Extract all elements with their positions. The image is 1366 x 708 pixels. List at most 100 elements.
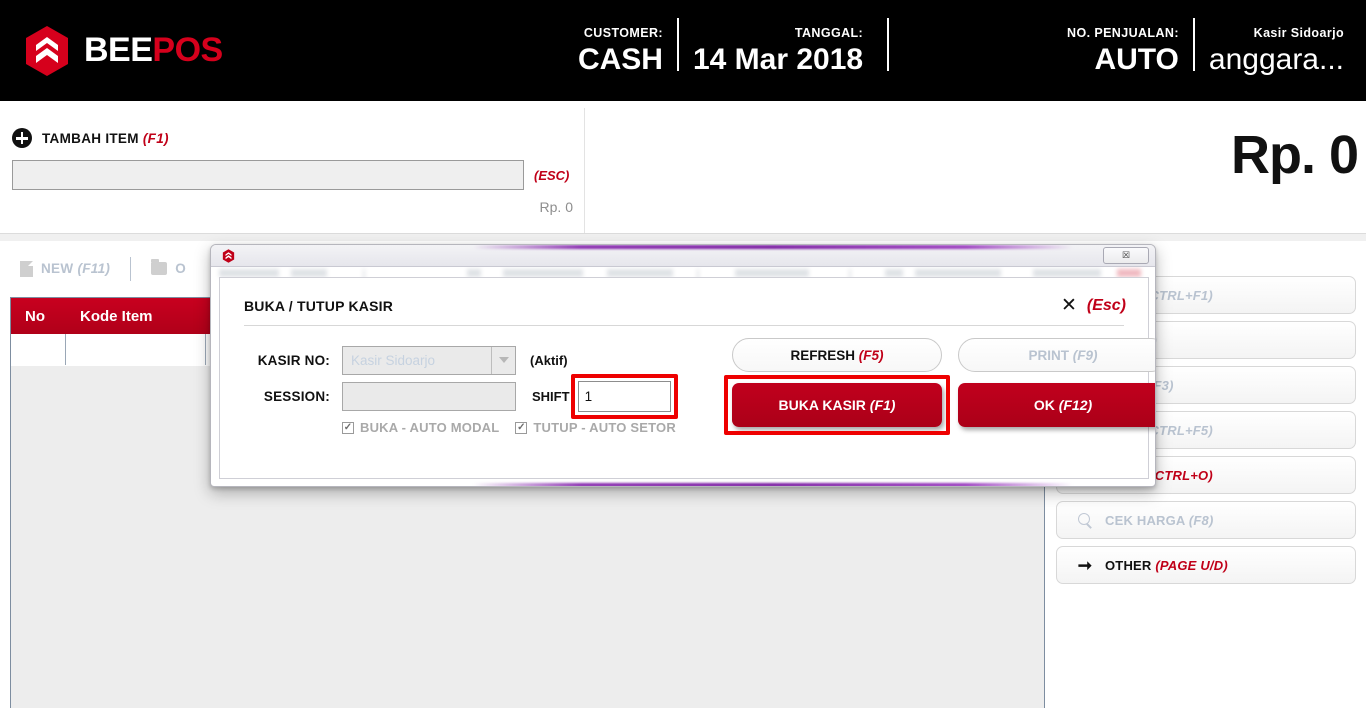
dialog-rule [244, 325, 1124, 326]
beepos-app-icon [222, 248, 235, 263]
column-header-kode-item: Kode Item [80, 307, 153, 325]
dialog-form: KASIR NO: Kasir Sidoarjo (Aktif) SESSION… [244, 342, 704, 435]
checkbox-buka-auto-modal[interactable]: ✓ BUKA - AUTO MODAL [342, 420, 499, 435]
checkbox-buka-icon: ✓ [342, 421, 354, 434]
divider-strip [0, 234, 1366, 241]
cell-kode [66, 334, 206, 365]
ok-button[interactable]: OK (F12) [958, 383, 1155, 427]
sidebar-item-other[interactable]: ➞ OTHER (PAGE U/D) [1056, 546, 1356, 584]
toolbar-new-key: (F11) [77, 261, 111, 276]
column-header-no: No [25, 307, 45, 325]
grand-total-amount: Rp. 0 [1230, 125, 1359, 185]
dialog-content: KASIR NO: Kasir Sidoarjo (Aktif) SESSION… [220, 338, 1155, 435]
dialog-title: BUKA / TUTUP KASIR [244, 297, 394, 314]
document-icon [20, 260, 33, 277]
sidebar-item-other-label: OTHER (PAGE U/D) [1105, 558, 1228, 573]
customer-value[interactable]: CASH [578, 44, 663, 76]
print-button[interactable]: PRINT (F9) [958, 338, 1155, 372]
tambah-item-label: TAMBAH ITEM (F1) [42, 131, 169, 146]
buka-kasir-wrap: BUKA KASIR (F1) [724, 375, 950, 435]
item-search-input[interactable] [12, 160, 524, 190]
toolbar-open-button[interactable]: O [131, 256, 206, 282]
header-tanggal: TANGGAL: 14 Mar 2018 [679, 0, 877, 101]
tambah-item-text: TAMBAH ITEM [42, 130, 139, 146]
shift-input[interactable]: 1 [577, 380, 671, 412]
kasir-value[interactable]: anggara... [1209, 44, 1344, 76]
checkbox-tutup-auto-setor[interactable]: ✓ TUTUP - AUTO SETOR [515, 420, 676, 435]
sidebar-item-cek-harga-text: CEK HARGA [1105, 512, 1186, 528]
ok-button-text: OK [1033, 397, 1055, 413]
kasir-label: Kasir Sidoarjo [1253, 25, 1344, 40]
folder-icon [151, 259, 168, 275]
checkbox-tutup-icon: ✓ [515, 421, 528, 434]
toolbar-new-button[interactable]: NEW (F11) [0, 256, 130, 282]
dialog-glow-top [473, 245, 1073, 249]
sidebar-item-cek-harga-label: CEK HARGA (F8) [1105, 513, 1214, 528]
session-input[interactable] [342, 381, 516, 411]
tanggal-value[interactable]: 14 Mar 2018 [693, 44, 863, 76]
tambah-item-key: (F1) [142, 130, 169, 146]
grand-total-panel: Rp. 0 [586, 108, 1366, 233]
refresh-button[interactable]: REFRESH (F5) [732, 338, 942, 372]
session-label: SESSION: [263, 388, 330, 404]
sidebar-item-other-key: (PAGE U/D) [1155, 557, 1228, 573]
dialog-close-button[interactable]: ✕ (Esc) [1061, 296, 1126, 315]
brand-logo: BEEPOS [0, 0, 400, 101]
sidebar-item-kasir-key: (CTRL+O) [1150, 467, 1213, 483]
dialog-glow-bottom [473, 483, 1073, 486]
close-icon: ✕ [1060, 295, 1077, 316]
header-kasir: Kasir Sidoarjo anggara... [1195, 0, 1366, 101]
buka-kasir-highlight-box [724, 375, 950, 435]
brand-text-pos: POS [152, 31, 223, 69]
header-no-penjualan: NO. PENJUALAN: AUTO [1053, 0, 1193, 101]
tambah-item-row[interactable]: TAMBAH ITEM (F1) [0, 108, 584, 148]
tanggal-label: TANGGAL: [794, 25, 864, 40]
brand-text-bee: BEE [84, 31, 153, 69]
cell-no [11, 334, 66, 365]
session-shift-row: SESSION: SHIFT 1 [244, 373, 704, 419]
shift-label: SHIFT [532, 388, 570, 404]
dialog-actions-top: REFRESH (F5) PRINT (F9) [732, 338, 1155, 372]
entry-subtotal: Rp. 0 [539, 199, 573, 215]
brand-text: BEEPOS [84, 31, 223, 70]
dialog-body: BUKA / TUTUP KASIR ✕ (Esc) KASIR NO: Kas… [219, 277, 1155, 479]
sidebar-item-other-text: OTHER [1105, 557, 1152, 573]
beepos-logo-icon [24, 25, 70, 77]
arrow-right-icon: ➞ [1077, 555, 1093, 575]
header-customer: CUSTOMER: CASH [564, 0, 677, 101]
esc-hint: (ESC) [534, 167, 570, 183]
app-header: BEEPOS CUSTOMER: CASH TANGGAL: 14 Mar 20… [0, 0, 1366, 101]
kasir-no-value: Kasir Sidoarjo [351, 352, 436, 368]
item-input-row: (ESC) [0, 160, 584, 190]
shift-field-wrap: 1 [570, 373, 678, 419]
no-penjualan-label: NO. PENJUALAN: [1067, 25, 1179, 40]
kasir-no-select[interactable]: Kasir Sidoarjo [342, 345, 516, 375]
kasir-no-label: KASIR NO: [257, 352, 330, 368]
kasir-status-label: (Aktif) [530, 352, 568, 368]
checkbox-buka-label: BUKA - AUTO MODAL [360, 420, 500, 435]
no-penjualan-value[interactable]: AUTO [1094, 44, 1178, 76]
sidebar-item-cek-harga-key: (F8) [1188, 512, 1214, 528]
dialog-close-key: (Esc) [1086, 296, 1126, 314]
plus-icon [12, 128, 32, 148]
customer-label: CUSTOMER: [583, 25, 663, 40]
dialog-actions-bottom: BUKA KASIR (F1) OK (F12) [724, 375, 1155, 435]
dialog-window-control[interactable]: ☒ [1103, 247, 1149, 264]
refresh-button-text: REFRESH [790, 347, 855, 363]
item-entry-panel: TAMBAH ITEM (F1) (ESC) Rp. 0 [0, 108, 585, 233]
checkbox-tutup-label: TUTUP - AUTO SETOR [533, 420, 676, 435]
toolbar-open-label: O [175, 261, 187, 276]
dialog-header-row: BUKA / TUTUP KASIR ✕ (Esc) [220, 278, 1148, 315]
toolbar-new-text: NEW [41, 261, 74, 276]
print-button-key: (F9) [1072, 347, 1098, 363]
kasir-no-row: KASIR NO: Kasir Sidoarjo (Aktif) [244, 342, 704, 378]
print-button-text: PRINT [1028, 347, 1069, 363]
pos-application-window: BEEPOS CUSTOMER: CASH TANGGAL: 14 Mar 20… [0, 0, 1366, 708]
dialog-checkbox-row: ✓ BUKA - AUTO MODAL ✓ TUTUP - AUTO SETOR [244, 420, 704, 435]
chevron-down-icon[interactable] [491, 346, 515, 374]
header-spacer-2 [889, 0, 1053, 101]
sidebar-item-cek-harga[interactable]: CEK HARGA (F8) [1056, 501, 1356, 539]
dialog-actions: REFRESH (F5) PRINT (F9) BUKA KASIR (F1) [724, 338, 1155, 435]
ok-button-key: (F12) [1058, 397, 1093, 413]
refresh-button-key: (F5) [858, 347, 884, 363]
